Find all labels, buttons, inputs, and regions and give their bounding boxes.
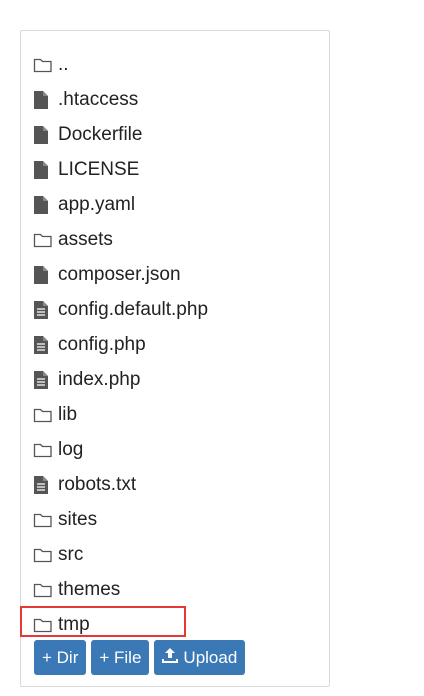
folder-icon: [33, 582, 55, 598]
file-item-label: .htaccess: [58, 89, 139, 110]
file-item-tmp[interactable]: tmp: [33, 607, 208, 642]
text-file-icon: [33, 475, 55, 495]
file-item-label: Dockerfile: [58, 124, 143, 145]
file-icon: [33, 125, 55, 145]
file-icon: [33, 195, 55, 215]
file-icon: [33, 265, 55, 285]
file-item-label: robots.txt: [58, 474, 137, 495]
new-file-button-label: + File: [99, 647, 142, 667]
file-item-sites[interactable]: sites: [33, 502, 208, 537]
folder-icon: [33, 57, 55, 73]
upload-button[interactable]: Upload: [154, 640, 246, 675]
file-item-label: tmp: [58, 614, 90, 635]
text-file-icon: [33, 335, 55, 355]
new-dir-button-label: + Dir: [42, 647, 79, 667]
file-item-label: app.yaml: [58, 194, 136, 215]
file-item-config-default-php[interactable]: config.default.php: [33, 292, 208, 327]
file-item-license[interactable]: LICENSE: [33, 152, 208, 187]
file-item-index-php[interactable]: index.php: [33, 362, 208, 397]
new-file-button[interactable]: + File: [91, 640, 150, 675]
file-item-label: sites: [58, 509, 98, 530]
folder-icon: [33, 442, 55, 458]
file-icon: [33, 160, 55, 180]
file-item-label: src: [58, 544, 84, 565]
file-item-assets[interactable]: assets: [33, 222, 208, 257]
upload-icon: [162, 641, 179, 675]
toolbar: + Dir + File Upload: [34, 640, 246, 675]
file-item-label: themes: [58, 579, 121, 600]
file-item-label: LICENSE: [58, 159, 140, 180]
file-list: .. .htaccess Dockerfile LICENSE app.yaml: [33, 47, 208, 642]
file-item-label: lib: [58, 404, 78, 425]
folder-icon: [33, 512, 55, 528]
file-browser-panel: .. .htaccess Dockerfile LICENSE app.yaml: [20, 30, 330, 687]
file-item-label: composer.json: [58, 264, 181, 285]
new-dir-button[interactable]: + Dir: [34, 640, 87, 675]
file-item-label: ..: [58, 54, 69, 75]
file-item-label: assets: [58, 229, 113, 250]
text-file-icon: [33, 370, 55, 390]
file-item-app-yaml[interactable]: app.yaml: [33, 187, 208, 222]
text-file-icon: [33, 300, 55, 320]
file-item-label: config.default.php: [58, 299, 209, 320]
file-item-themes[interactable]: themes: [33, 572, 208, 607]
folder-icon: [33, 407, 55, 423]
file-icon: [33, 90, 55, 110]
file-item-dockerfile[interactable]: Dockerfile: [33, 117, 208, 152]
file-item-label: config.php: [58, 334, 146, 355]
folder-icon: [33, 232, 55, 248]
folder-icon: [33, 547, 55, 563]
file-item-htaccess[interactable]: .htaccess: [33, 82, 208, 117]
file-item-log[interactable]: log: [33, 432, 208, 467]
file-item-label: index.php: [58, 369, 141, 390]
file-item-composer-json[interactable]: composer.json: [33, 257, 208, 292]
file-item-config-php[interactable]: config.php: [33, 327, 208, 362]
file-item-src[interactable]: src: [33, 537, 208, 572]
file-item-label: log: [58, 439, 84, 460]
file-item-robots-txt[interactable]: robots.txt: [33, 467, 208, 502]
file-item-parent[interactable]: ..: [33, 47, 208, 82]
folder-icon: [33, 617, 55, 633]
file-item-lib[interactable]: lib: [33, 397, 208, 432]
upload-button-label: Upload: [183, 647, 238, 667]
